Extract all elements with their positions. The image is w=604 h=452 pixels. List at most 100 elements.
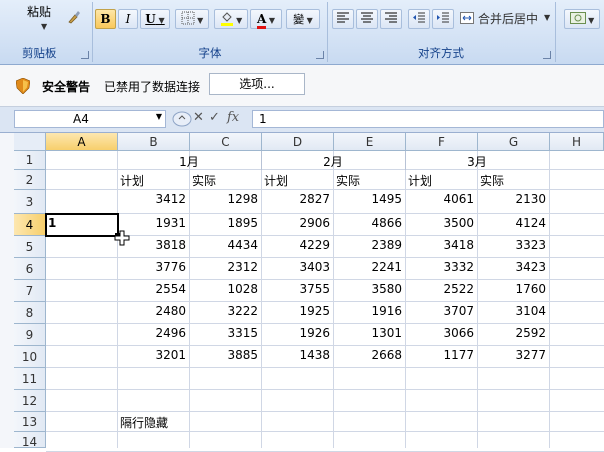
- increase-indent-button[interactable]: [432, 9, 454, 29]
- column-header-c[interactable]: C: [190, 133, 262, 151]
- row-header-1[interactable]: 1: [14, 151, 46, 170]
- merge-center-button[interactable]: 合并后居中: [478, 10, 538, 27]
- row-header-12[interactable]: 12: [14, 390, 46, 412]
- font-launcher-icon[interactable]: [316, 51, 324, 59]
- merge-center-icon[interactable]: [460, 12, 474, 24]
- data-cell[interactable]: 3500: [408, 216, 474, 230]
- font-color-button[interactable]: A ▼: [250, 9, 282, 29]
- data-cell[interactable]: 2522: [408, 282, 474, 296]
- data-cell[interactable]: 3755: [264, 282, 330, 296]
- data-cell[interactable]: 2312: [192, 260, 258, 274]
- data-cell[interactable]: 1177: [408, 348, 474, 362]
- data-cell[interactable]: 3332: [408, 260, 474, 274]
- underline-dropdown-icon[interactable]: ▼: [156, 15, 165, 25]
- column-header-f[interactable]: F: [406, 133, 478, 151]
- column-header-h[interactable]: H: [550, 133, 604, 151]
- data-cell[interactable]: 1916: [336, 304, 402, 318]
- row-header-8[interactable]: 8: [14, 302, 46, 324]
- month-header[interactable]: 3月: [408, 153, 546, 170]
- month-header[interactable]: 2月: [264, 153, 402, 170]
- data-cell[interactable]: 4434: [192, 238, 258, 252]
- data-cell[interactable]: 3222: [192, 304, 258, 318]
- data-cell[interactable]: 2389: [336, 238, 402, 252]
- data-cell[interactable]: 3418: [408, 238, 474, 252]
- phonetic-dropdown-icon[interactable]: ▼: [304, 16, 313, 25]
- data-cell[interactable]: 3066: [408, 326, 474, 340]
- row-header-9[interactable]: 9: [14, 324, 46, 346]
- data-cell[interactable]: 3776: [120, 260, 186, 274]
- data-cell[interactable]: 2592: [480, 326, 546, 340]
- data-cell[interactable]: 2554: [120, 282, 186, 296]
- formula-input[interactable]: 1: [252, 110, 604, 128]
- column-header-b[interactable]: B: [118, 133, 190, 151]
- paste-button[interactable]: 粘贴: [27, 3, 51, 20]
- enter-check-icon[interactable]: ✓: [209, 110, 220, 125]
- data-cell[interactable]: 2668: [336, 348, 402, 362]
- data-cell[interactable]: 3201: [120, 348, 186, 362]
- data-cell[interactable]: 1438: [264, 348, 330, 362]
- row-header-2[interactable]: 2: [14, 170, 46, 190]
- cancel-icon[interactable]: ✕: [193, 110, 204, 125]
- expand-formula-icon[interactable]: [172, 111, 192, 127]
- data-cell[interactable]: 1925: [264, 304, 330, 318]
- data-cell[interactable]: 1301: [336, 326, 402, 340]
- data-cell[interactable]: 2906: [264, 216, 330, 230]
- data-cell[interactable]: 1028: [192, 282, 258, 296]
- data-cell[interactable]: 1926: [264, 326, 330, 340]
- sub-header[interactable]: 计划: [120, 172, 186, 189]
- data-cell[interactable]: 4061: [408, 192, 474, 206]
- sub-header[interactable]: 实际: [480, 172, 546, 189]
- insert-function-icon[interactable]: fx: [227, 110, 239, 125]
- merge-center-dropdown-icon[interactable]: ▼: [544, 13, 550, 22]
- row-header-7[interactable]: 7: [14, 280, 46, 302]
- font-color-dropdown-icon[interactable]: ▼: [266, 16, 275, 25]
- data-cell[interactable]: 3323: [480, 238, 546, 252]
- row-header-11[interactable]: 11: [14, 368, 46, 390]
- column-header-d[interactable]: D: [262, 133, 334, 151]
- data-cell[interactable]: 3885: [192, 348, 258, 362]
- data-cell[interactable]: 3423: [480, 260, 546, 274]
- month-header[interactable]: 1月: [120, 153, 258, 170]
- number-format-button[interactable]: ▼: [564, 9, 600, 29]
- data-cell[interactable]: 2496: [120, 326, 186, 340]
- active-cell-border[interactable]: [45, 213, 119, 237]
- row-header-3[interactable]: 3: [14, 190, 46, 214]
- data-cell[interactable]: 1298: [192, 192, 258, 206]
- bold-button[interactable]: B: [95, 9, 116, 29]
- sub-header[interactable]: 计划: [408, 172, 474, 189]
- clipboard-launcher-icon[interactable]: [81, 51, 89, 59]
- align-center-button[interactable]: [356, 9, 378, 29]
- row-header-14[interactable]: 14: [14, 432, 46, 449]
- data-cell[interactable]: 3315: [192, 326, 258, 340]
- number-format-dropdown-icon[interactable]: ▼: [586, 16, 594, 25]
- name-box-dropdown-icon[interactable]: ▼: [156, 112, 162, 121]
- column-header-a[interactable]: A: [46, 133, 118, 151]
- paste-dropdown-icon[interactable]: ▼: [41, 22, 47, 31]
- align-right-button[interactable]: [380, 9, 402, 29]
- data-cell[interactable]: 2241: [336, 260, 402, 274]
- data-cell[interactable]: 2480: [120, 304, 186, 318]
- name-box[interactable]: A4 ▼: [14, 110, 166, 128]
- underline-button[interactable]: U ▼: [140, 9, 170, 29]
- sub-header[interactable]: 实际: [336, 172, 402, 189]
- data-cell[interactable]: 3707: [408, 304, 474, 318]
- data-cell[interactable]: 4229: [264, 238, 330, 252]
- data-cell[interactable]: 4866: [336, 216, 402, 230]
- data-cell[interactable]: 3403: [264, 260, 330, 274]
- data-cell[interactable]: 3104: [480, 304, 546, 318]
- row-header-13[interactable]: 13: [14, 412, 46, 432]
- phonetic-button[interactable]: 變 ▼: [286, 9, 320, 29]
- italic-button[interactable]: I: [118, 9, 138, 29]
- column-header-g[interactable]: G: [478, 133, 550, 151]
- data-cell[interactable]: 2130: [480, 192, 546, 206]
- row-header-4[interactable]: 4: [14, 214, 46, 236]
- row-header-6[interactable]: 6: [14, 258, 46, 280]
- data-cell[interactable]: 1895: [192, 216, 258, 230]
- options-button[interactable]: 选项...: [209, 73, 305, 95]
- data-cell[interactable]: 2827: [264, 192, 330, 206]
- fill-color-button[interactable]: ▼: [214, 9, 248, 29]
- data-cell[interactable]: 1760: [480, 282, 546, 296]
- data-cell[interactable]: 3580: [336, 282, 402, 296]
- sub-header[interactable]: 计划: [264, 172, 330, 189]
- align-left-button[interactable]: [332, 9, 354, 29]
